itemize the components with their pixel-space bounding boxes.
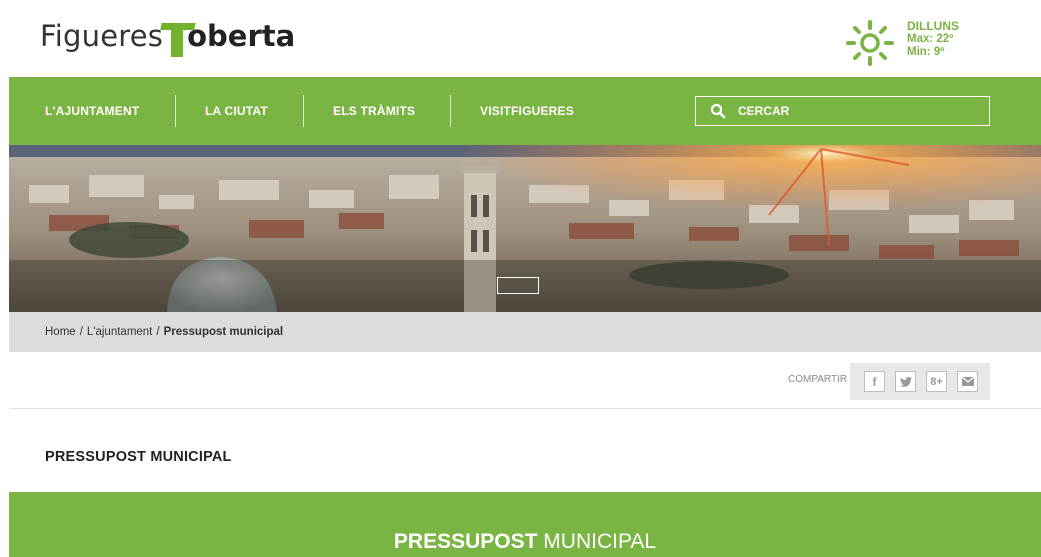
- sun-icon: [846, 20, 894, 66]
- weather-min: Min: 9º: [907, 46, 945, 58]
- weather-day: DILLUNS: [907, 19, 959, 33]
- site-header: Figueres oberta DILLUNS Max: 22º Min: 9º: [0, 0, 1041, 77]
- facebook-icon: f: [872, 374, 877, 389]
- breadcrumb-separator: /: [79, 326, 83, 338]
- nav-separator: [303, 95, 304, 127]
- main-nav: L'AJUNTAMENT LA CIUTAT ELS TRÀMITS VISIT…: [9, 77, 1041, 145]
- weather-text: DILLUNS Max: 22º Min: 9º: [907, 20, 959, 59]
- nav-item-visitfigueres[interactable]: VISITFIGUERES: [480, 77, 574, 145]
- logo-text-bold: oberta: [187, 19, 296, 53]
- google-plus-share-button[interactable]: 8+: [926, 371, 947, 392]
- section-banner: PRESSUPOST MUNICIPAL: [9, 492, 1041, 557]
- logo-text-light: Figueres: [40, 19, 164, 53]
- twitter-icon: [899, 376, 912, 387]
- content-divider: [9, 408, 1041, 409]
- section-title-normal: MUNICIPAL: [543, 530, 657, 553]
- share-buttons: f 8+: [850, 363, 990, 400]
- email-share-button[interactable]: [957, 371, 978, 392]
- hero-banner-image: [9, 145, 1041, 312]
- breadcrumb-section[interactable]: L'ajuntament: [87, 326, 153, 338]
- slider-indicator[interactable]: [497, 277, 539, 294]
- nav-separator: [450, 95, 451, 127]
- share-bar: COMPARTIR f 8+: [0, 352, 1041, 408]
- breadcrumb: Home / L'ajuntament / Pressupost municip…: [9, 312, 1041, 352]
- section-title: PRESSUPOST MUNICIPAL: [9, 530, 1041, 554]
- breadcrumb-separator: /: [156, 326, 160, 338]
- search-icon: [710, 103, 726, 119]
- google-plus-icon: 8+: [930, 375, 943, 388]
- site-logo[interactable]: Figueres oberta: [40, 14, 295, 58]
- email-icon: [961, 377, 974, 386]
- nav-item-la-ciutat[interactable]: LA CIUTAT: [205, 77, 268, 145]
- nav-item-tramits[interactable]: ELS TRÀMITS: [333, 77, 415, 145]
- facebook-share-button[interactable]: f: [864, 371, 885, 392]
- logo-mark-icon: [160, 17, 196, 57]
- twitter-share-button[interactable]: [895, 371, 916, 392]
- weather-widget: DILLUNS Max: 22º Min: 9º: [840, 18, 1020, 68]
- search-box[interactable]: CERCAR: [695, 96, 990, 126]
- share-label: COMPARTIR: [788, 374, 848, 385]
- breadcrumb-current: Pressupost municipal: [163, 326, 284, 338]
- weather-max: Max: 22º: [907, 33, 954, 45]
- section-title-bold: PRESSUPOST: [393, 530, 538, 553]
- nav-item-ajuntament[interactable]: L'AJUNTAMENT: [45, 77, 139, 145]
- nav-separator: [175, 95, 176, 127]
- breadcrumb-home[interactable]: Home: [45, 326, 76, 338]
- search-label: CERCAR: [738, 104, 790, 118]
- page-title: PRESSUPOST MUNICIPAL: [45, 449, 232, 465]
